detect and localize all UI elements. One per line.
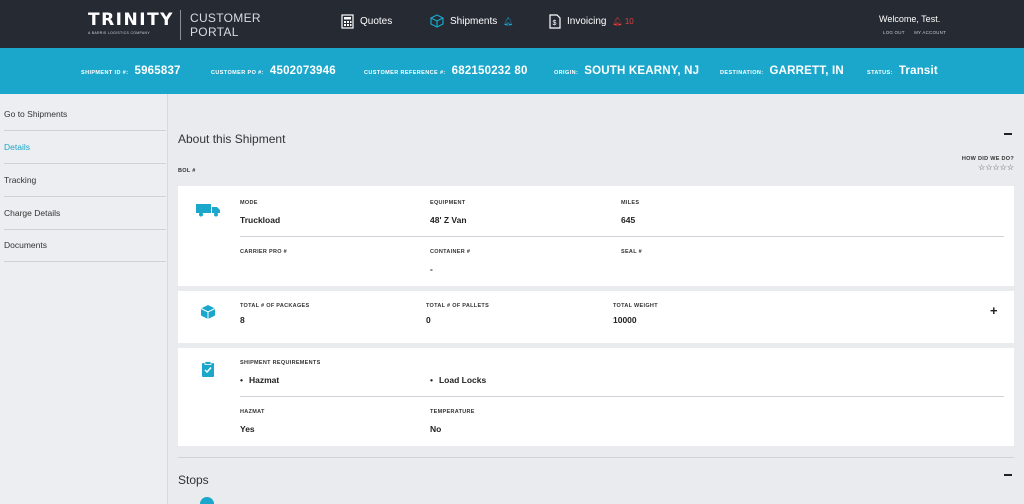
total-weight-value: 10000 (613, 315, 637, 325)
welcome-text: Welcome, Test. (879, 14, 941, 24)
portal-title-line1: CUSTOMER (190, 11, 261, 25)
nav-shipments-label: Shipments (450, 15, 498, 27)
truck-icon (196, 204, 220, 217)
box-icon (430, 14, 444, 28)
nav-quotes[interactable]: Quotes (341, 14, 392, 29)
requirement-hazmat: Hazmat (240, 375, 279, 385)
collapse-stops-button[interactable] (1004, 474, 1012, 476)
logout-link[interactable]: LOG OUT (883, 30, 905, 35)
about-shipment-title: About this Shipment (178, 132, 286, 146)
card-separator (240, 236, 1004, 237)
mode-card: MODE Truckload EQUIPMENT 48' Z Van MILES… (178, 186, 1014, 286)
shipment-id: SHIPMENT ID #: 5965837 (81, 65, 181, 77)
stop-marker-icon (200, 497, 214, 504)
logo-text: TRINITY (88, 10, 174, 30)
shipment-id-label: SHIPMENT ID #: (81, 70, 129, 76)
invoicing-badge: 10 (624, 17, 634, 26)
customer-reference-label: CUSTOMER REFERENCE #: (364, 70, 446, 76)
equipment-label: EQUIPMENT (430, 200, 466, 206)
requirement-load-locks: Load Locks (430, 375, 486, 385)
customer-po: CUSTOMER PO #: 4502073946 (211, 65, 336, 77)
nav-shipments[interactable]: Shipments 🔔︎ (430, 14, 513, 28)
seal-label: SEAL # (621, 249, 642, 255)
customer-reference: CUSTOMER REFERENCE #: 682150232 80 (364, 65, 528, 77)
calculator-icon (341, 14, 354, 29)
sidebar-item-details[interactable]: Details (4, 142, 166, 164)
section-divider (178, 457, 1014, 458)
bol-label: BOL # (178, 168, 196, 174)
status-label: STATUS: (867, 70, 893, 76)
mode-value: Truckload (240, 215, 281, 225)
hazmat-value: Yes (240, 424, 255, 434)
origin-label: ORIGIN: (554, 70, 579, 76)
expand-plus-icon[interactable]: + (990, 303, 998, 318)
temperature-label: TEMPERATURE (430, 409, 475, 415)
nav-quotes-label: Quotes (360, 16, 393, 27)
portal-title-line2: PORTAL (190, 25, 239, 39)
collapse-about-button[interactable] (1004, 133, 1012, 135)
shipment-requirements-label: SHIPMENT REQUIREMENTS (240, 360, 321, 366)
star-rating[interactable]: ☆☆☆☆☆ (948, 163, 1014, 172)
customer-reference-value: 682150232 80 (451, 65, 528, 77)
trinity-logo[interactable]: TRINITY A BARRIS LOGISTICS COMPANY (88, 10, 174, 36)
invoice-icon: $ (549, 14, 561, 29)
customer-po-label: CUSTOMER PO #: (211, 70, 264, 76)
total-packages-label: TOTAL # OF PACKAGES (240, 303, 310, 309)
total-weight-label: TOTAL WEIGHT (613, 303, 658, 309)
svg-text:$: $ (553, 20, 557, 27)
sidebar: Go to Shipments Details Tracking Charge … (0, 94, 168, 504)
equipment-value: 48' Z Van (430, 215, 467, 225)
stops-title: Stops (178, 473, 209, 487)
status: STATUS: Transit (867, 65, 938, 77)
main-content: About this Shipment BOL # HOW DID WE DO?… (168, 94, 1024, 504)
logo-subtitle: A BARRIS LOGISTICS COMPANY (88, 31, 150, 35)
customer-po-value: 4502073946 (269, 65, 336, 77)
sidebar-item-go-to-shipments[interactable]: Go to Shipments (4, 109, 166, 131)
account-links: LOG OUT MY ACCOUNT (883, 30, 954, 35)
miles-value: 645 (621, 215, 636, 225)
invoicing-bell-icon[interactable]: 🔔︎ 10 (612, 17, 633, 26)
mode-label: MODE (240, 200, 258, 206)
rating-widget: HOW DID WE DO? ☆☆☆☆☆ (948, 156, 1014, 172)
destination-label: DESTINATION: (720, 70, 764, 76)
origin-value: SOUTH KEARNY, NJ (584, 65, 700, 77)
packages-card: TOTAL # OF PACKAGES 8 TOTAL # OF PALLETS… (178, 291, 1014, 343)
clipboard-check-icon (202, 361, 214, 377)
total-packages-value: 8 (240, 315, 245, 325)
portal-title: CUSTOMER PORTAL (190, 11, 261, 39)
shipment-id-value: 5965837 (134, 65, 181, 77)
container-label: CONTAINER # (430, 249, 471, 255)
nav-invoicing-label: Invoicing (567, 16, 607, 27)
miles-label: MILES (621, 200, 640, 206)
sidebar-item-tracking[interactable]: Tracking (4, 175, 166, 197)
origin: ORIGIN: SOUTH KEARNY, NJ (554, 65, 699, 77)
total-pallets-label: TOTAL # OF PALLETS (426, 303, 490, 309)
package-icon (200, 305, 216, 319)
sidebar-item-documents[interactable]: Documents (4, 240, 166, 262)
hazmat-label: HAZMAT (240, 409, 265, 415)
shipment-summary-bar: SHIPMENT ID #: 5965837 CUSTOMER PO #: 45… (0, 48, 1024, 94)
carrier-pro-label: CARRIER PRO # (240, 249, 287, 255)
rating-question: HOW DID WE DO? (961, 156, 1014, 162)
bell-icon[interactable]: 🔔︎ (503, 17, 513, 26)
destination-value: GARRETT, IN (769, 65, 844, 77)
top-navbar: TRINITY A BARRIS LOGISTICS COMPANY CUSTO… (0, 0, 1024, 48)
logo-divider (180, 10, 181, 40)
card-separator (240, 396, 1004, 397)
container-value: - (430, 264, 433, 274)
sidebar-item-charge-details[interactable]: Charge Details (4, 208, 166, 230)
my-account-link[interactable]: MY ACCOUNT (914, 30, 946, 35)
total-pallets-value: 0 (426, 315, 431, 325)
destination: DESTINATION: GARRETT, IN (720, 65, 844, 77)
temperature-value: No (430, 424, 442, 434)
nav-invoicing[interactable]: $ Invoicing 🔔︎ 10 (549, 14, 634, 29)
status-value: Transit (898, 65, 938, 77)
requirements-card: SHIPMENT REQUIREMENTS Hazmat Load Locks … (178, 348, 1014, 446)
